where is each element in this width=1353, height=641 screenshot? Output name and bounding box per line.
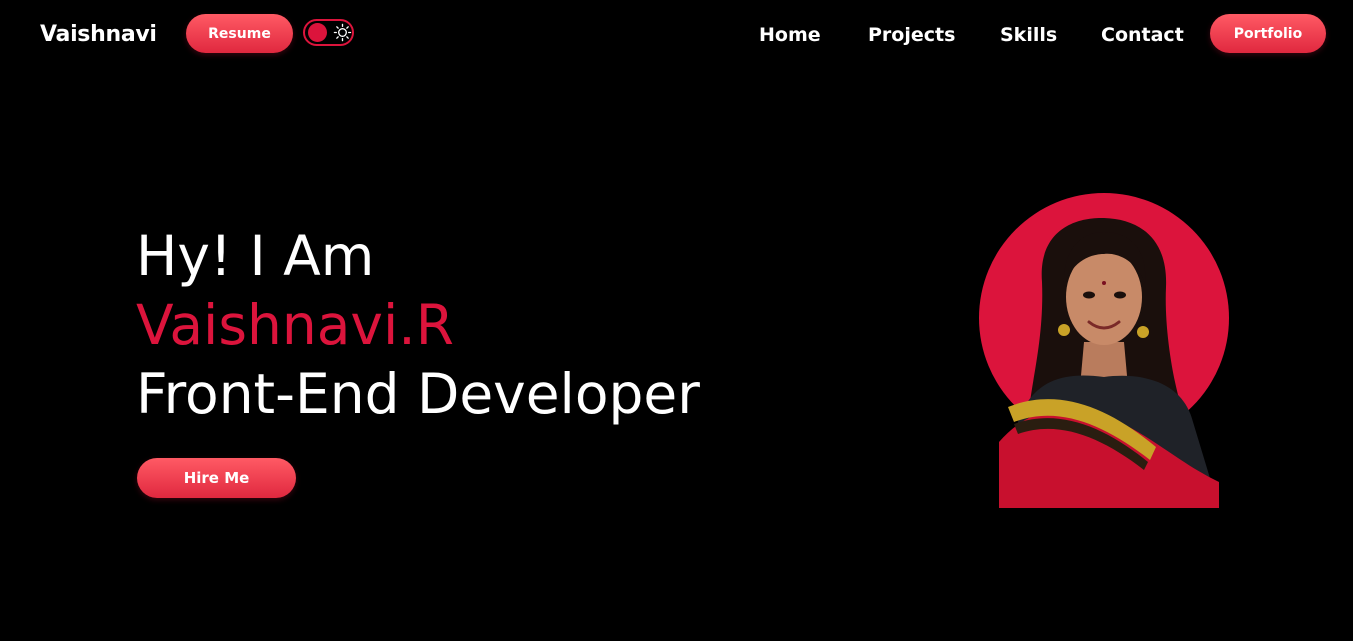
nav-contact[interactable]: Contact bbox=[1101, 22, 1184, 48]
theme-toggle[interactable] bbox=[303, 19, 354, 46]
hero-greeting: Hy! I Am bbox=[136, 224, 375, 288]
nav-home[interactable]: Home bbox=[759, 22, 821, 48]
hero-name: Vaishnavi.R bbox=[136, 293, 454, 357]
hero-role: Front-End Developer bbox=[136, 362, 700, 426]
nav-projects[interactable]: Projects bbox=[868, 22, 955, 48]
sun-icon bbox=[333, 23, 352, 42]
profile-photo bbox=[979, 193, 1229, 508]
resume-button[interactable]: Resume bbox=[186, 14, 293, 53]
portfolio-page: Vaishnavi Resume Home Projects Skills Co… bbox=[0, 0, 1353, 641]
brand-logo[interactable]: Vaishnavi bbox=[40, 20, 157, 50]
toggle-knob bbox=[308, 23, 327, 42]
portfolio-button[interactable]: Portfolio bbox=[1210, 14, 1326, 53]
nav-skills[interactable]: Skills bbox=[1000, 22, 1057, 48]
hire-me-button[interactable]: Hire Me bbox=[137, 458, 296, 498]
